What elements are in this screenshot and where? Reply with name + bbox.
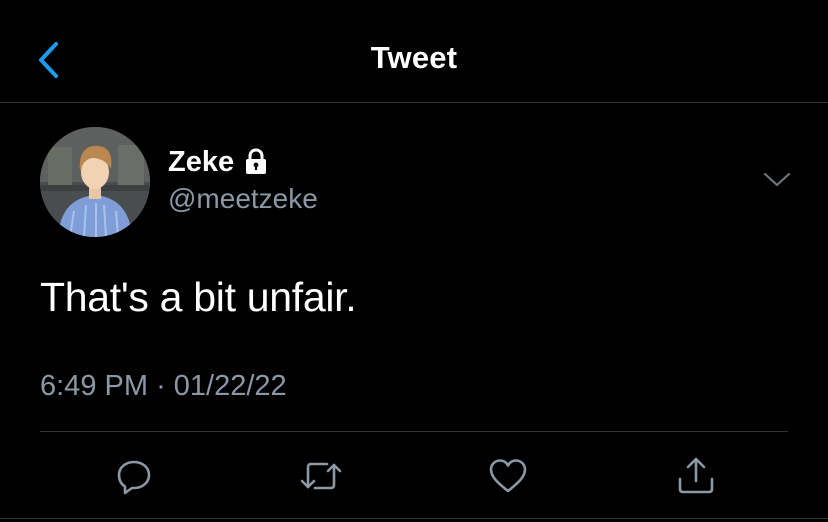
reply-icon [117, 460, 151, 495]
nav-header: Tweet [0, 0, 828, 103]
tweet-detail-screen: Tweet Zeke @meetzeke That's a bit unfair… [0, 0, 828, 522]
more-options-button[interactable] [760, 168, 794, 192]
page-title: Tweet [370, 40, 458, 75]
avatar[interactable] [40, 127, 150, 237]
profile-photo [40, 127, 150, 237]
tweet-timestamp: 6:49 PM · 01/22/22 [40, 370, 287, 403]
tweet-date: 01/22/22 [173, 370, 287, 402]
author-name-row[interactable]: Zeke [168, 144, 268, 180]
tweet-time: 6:49 PM [40, 370, 148, 402]
user-handle[interactable]: @meetzeke [168, 183, 318, 215]
share-button[interactable] [674, 452, 718, 500]
divider [40, 431, 788, 432]
reply-button[interactable] [112, 452, 156, 500]
meta-separator: · [156, 370, 166, 402]
retweet-button[interactable] [299, 452, 343, 500]
chevron-down-icon [763, 172, 791, 187]
like-icon [489, 459, 527, 493]
display-name: Zeke [168, 145, 235, 178]
tweet-text: That's a bit unfair. [40, 274, 357, 320]
bottom-divider [0, 518, 828, 519]
retweet-icon [300, 462, 342, 490]
like-button[interactable] [486, 452, 530, 500]
lock-icon [246, 148, 267, 174]
tweet-action-bar [0, 452, 828, 500]
share-icon [678, 457, 714, 494]
